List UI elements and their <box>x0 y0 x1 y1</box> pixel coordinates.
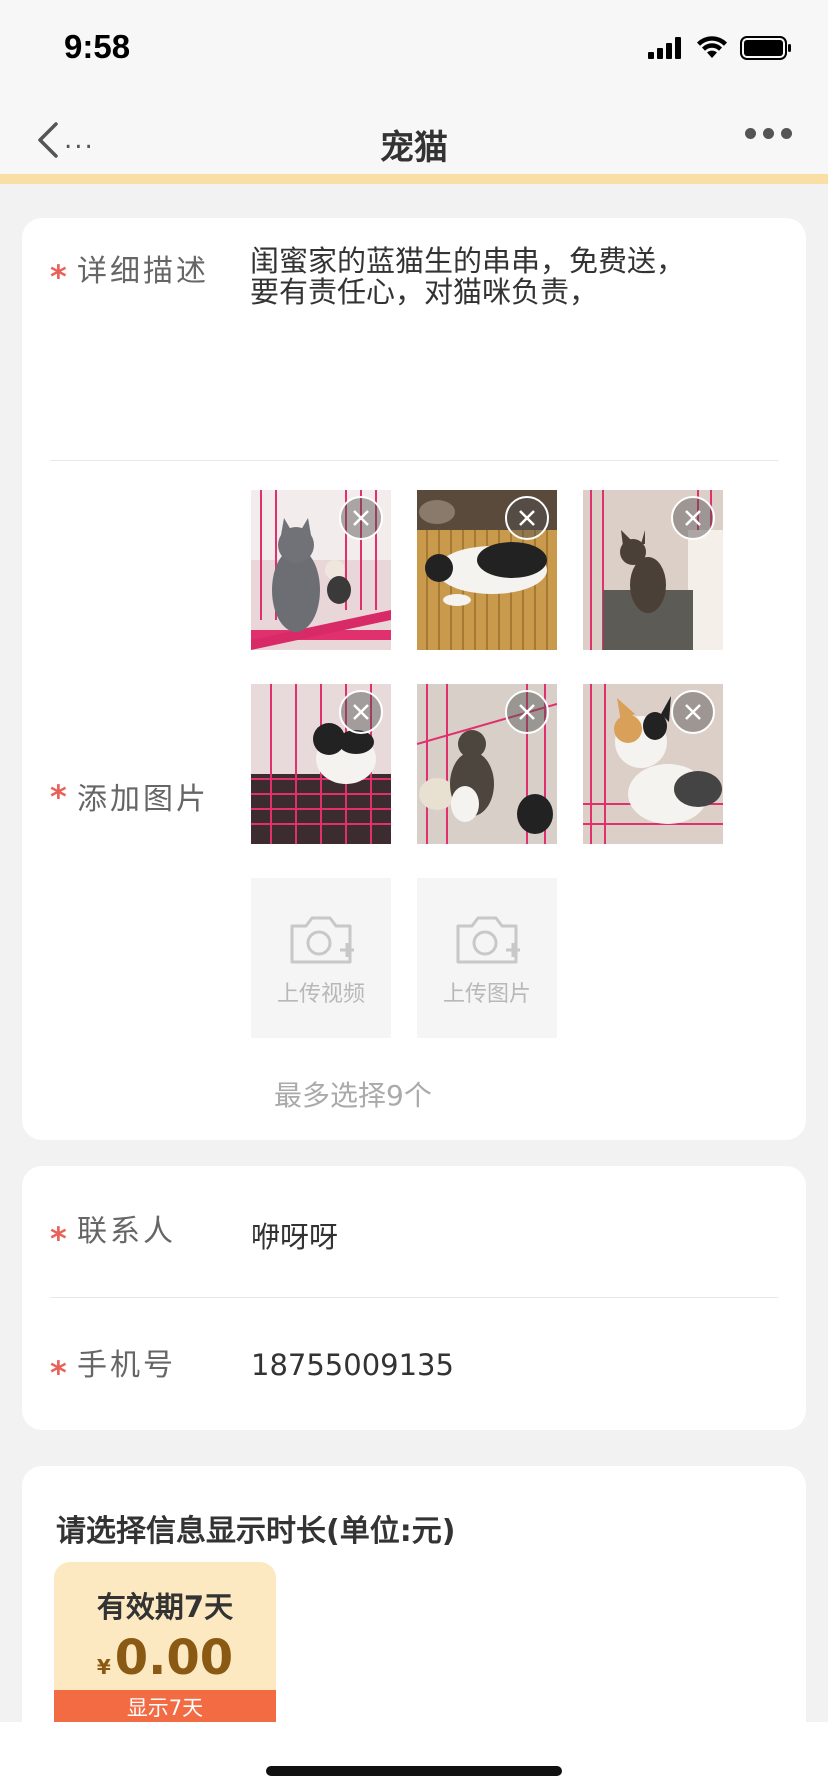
home-indicator[interactable] <box>266 1766 562 1776</box>
remove-photo-button[interactable] <box>505 690 549 734</box>
upload-image-button[interactable]: 上传图片 <box>417 878 557 1038</box>
phone-input[interactable]: 18755009135 <box>251 1348 454 1382</box>
required-mark: * <box>50 778 67 816</box>
option-period: 有效期7天 <box>96 1590 234 1624</box>
upload-video-label: 上传视频 <box>276 982 365 1007</box>
close-icon <box>519 704 535 720</box>
close-icon <box>685 704 701 720</box>
remove-photo-button[interactable] <box>339 496 383 540</box>
camera-plus-icon <box>456 916 520 964</box>
images-label: 添加图片 <box>77 782 209 817</box>
upload-image-label: 上传图片 <box>442 982 531 1007</box>
description-line-1: 闺蜜家的蓝猫生的串串，免费送， <box>250 244 686 278</box>
price-amount: 0.00 <box>114 1630 234 1686</box>
description-textarea[interactable]: 闺蜜家的蓝猫生的串串，免费送， 要有责任心，对猫咪负责， <box>250 246 770 308</box>
phone-label: 手机号 <box>77 1348 176 1383</box>
photo-thumbnail[interactable] <box>583 490 723 650</box>
photo-thumbnail[interactable] <box>251 684 391 844</box>
more-button[interactable] <box>745 128 792 139</box>
max-selection-hint: 最多选择9个 <box>274 1079 432 1112</box>
photo-thumbnail[interactable] <box>251 490 391 650</box>
close-icon <box>353 704 369 720</box>
description-label: 详细描述 <box>77 254 209 289</box>
nav-bar: ... 宠猫 <box>0 100 828 184</box>
photo-thumbnail[interactable] <box>417 490 557 650</box>
post-form-card: * 详细描述 闺蜜家的蓝猫生的串串，免费送， 要有责任心，对猫咪负责， * 添加… <box>22 218 806 1140</box>
more-dot-icon <box>763 128 774 139</box>
remove-photo-button[interactable] <box>339 690 383 734</box>
remove-photo-button[interactable] <box>671 690 715 734</box>
option-price: ¥0.00 <box>54 1630 276 1686</box>
divider <box>50 460 778 461</box>
duration-title: 请选择信息显示时长(单位:元) <box>56 1514 456 1549</box>
required-mark: * <box>50 258 67 296</box>
close-icon <box>685 510 701 526</box>
contact-input[interactable]: 咿呀呀 <box>251 1214 338 1256</box>
upload-video-button[interactable]: 上传视频 <box>251 878 391 1038</box>
contact-label: 联系人 <box>77 1214 176 1249</box>
remove-photo-button[interactable] <box>505 496 549 540</box>
more-dot-icon <box>781 128 792 139</box>
duration-option-7-days[interactable]: 有效期7天 ¥0.00 显示7天 <box>54 1562 276 1726</box>
signal-icon <box>648 37 681 59</box>
photo-thumbnail[interactable] <box>417 684 557 844</box>
divider <box>50 1297 778 1298</box>
more-dot-icon <box>745 128 756 139</box>
option-badge: 显示7天 <box>54 1690 276 1726</box>
required-mark: * <box>50 1220 67 1258</box>
page-title: 宠猫 <box>380 128 448 168</box>
wifi-icon <box>697 36 727 58</box>
required-mark: * <box>50 1354 67 1392</box>
contact-card: * 联系人 咿呀呀 * 手机号 18755009135 <box>22 1166 806 1430</box>
remove-photo-button[interactable] <box>671 496 715 540</box>
home-area <box>0 1722 828 1792</box>
camera-plus-icon <box>290 916 354 964</box>
status-icons <box>648 36 792 60</box>
photo-thumbnail[interactable] <box>583 684 723 844</box>
close-icon <box>353 510 369 526</box>
currency-symbol: ¥ <box>96 1655 111 1679</box>
description-line-2: 要有责任心，对猫咪负责， <box>250 275 599 309</box>
status-bar: 9:58 <box>0 0 828 100</box>
battery-icon <box>740 36 791 60</box>
close-icon <box>519 510 535 526</box>
status-time: 9:58 <box>64 28 131 65</box>
